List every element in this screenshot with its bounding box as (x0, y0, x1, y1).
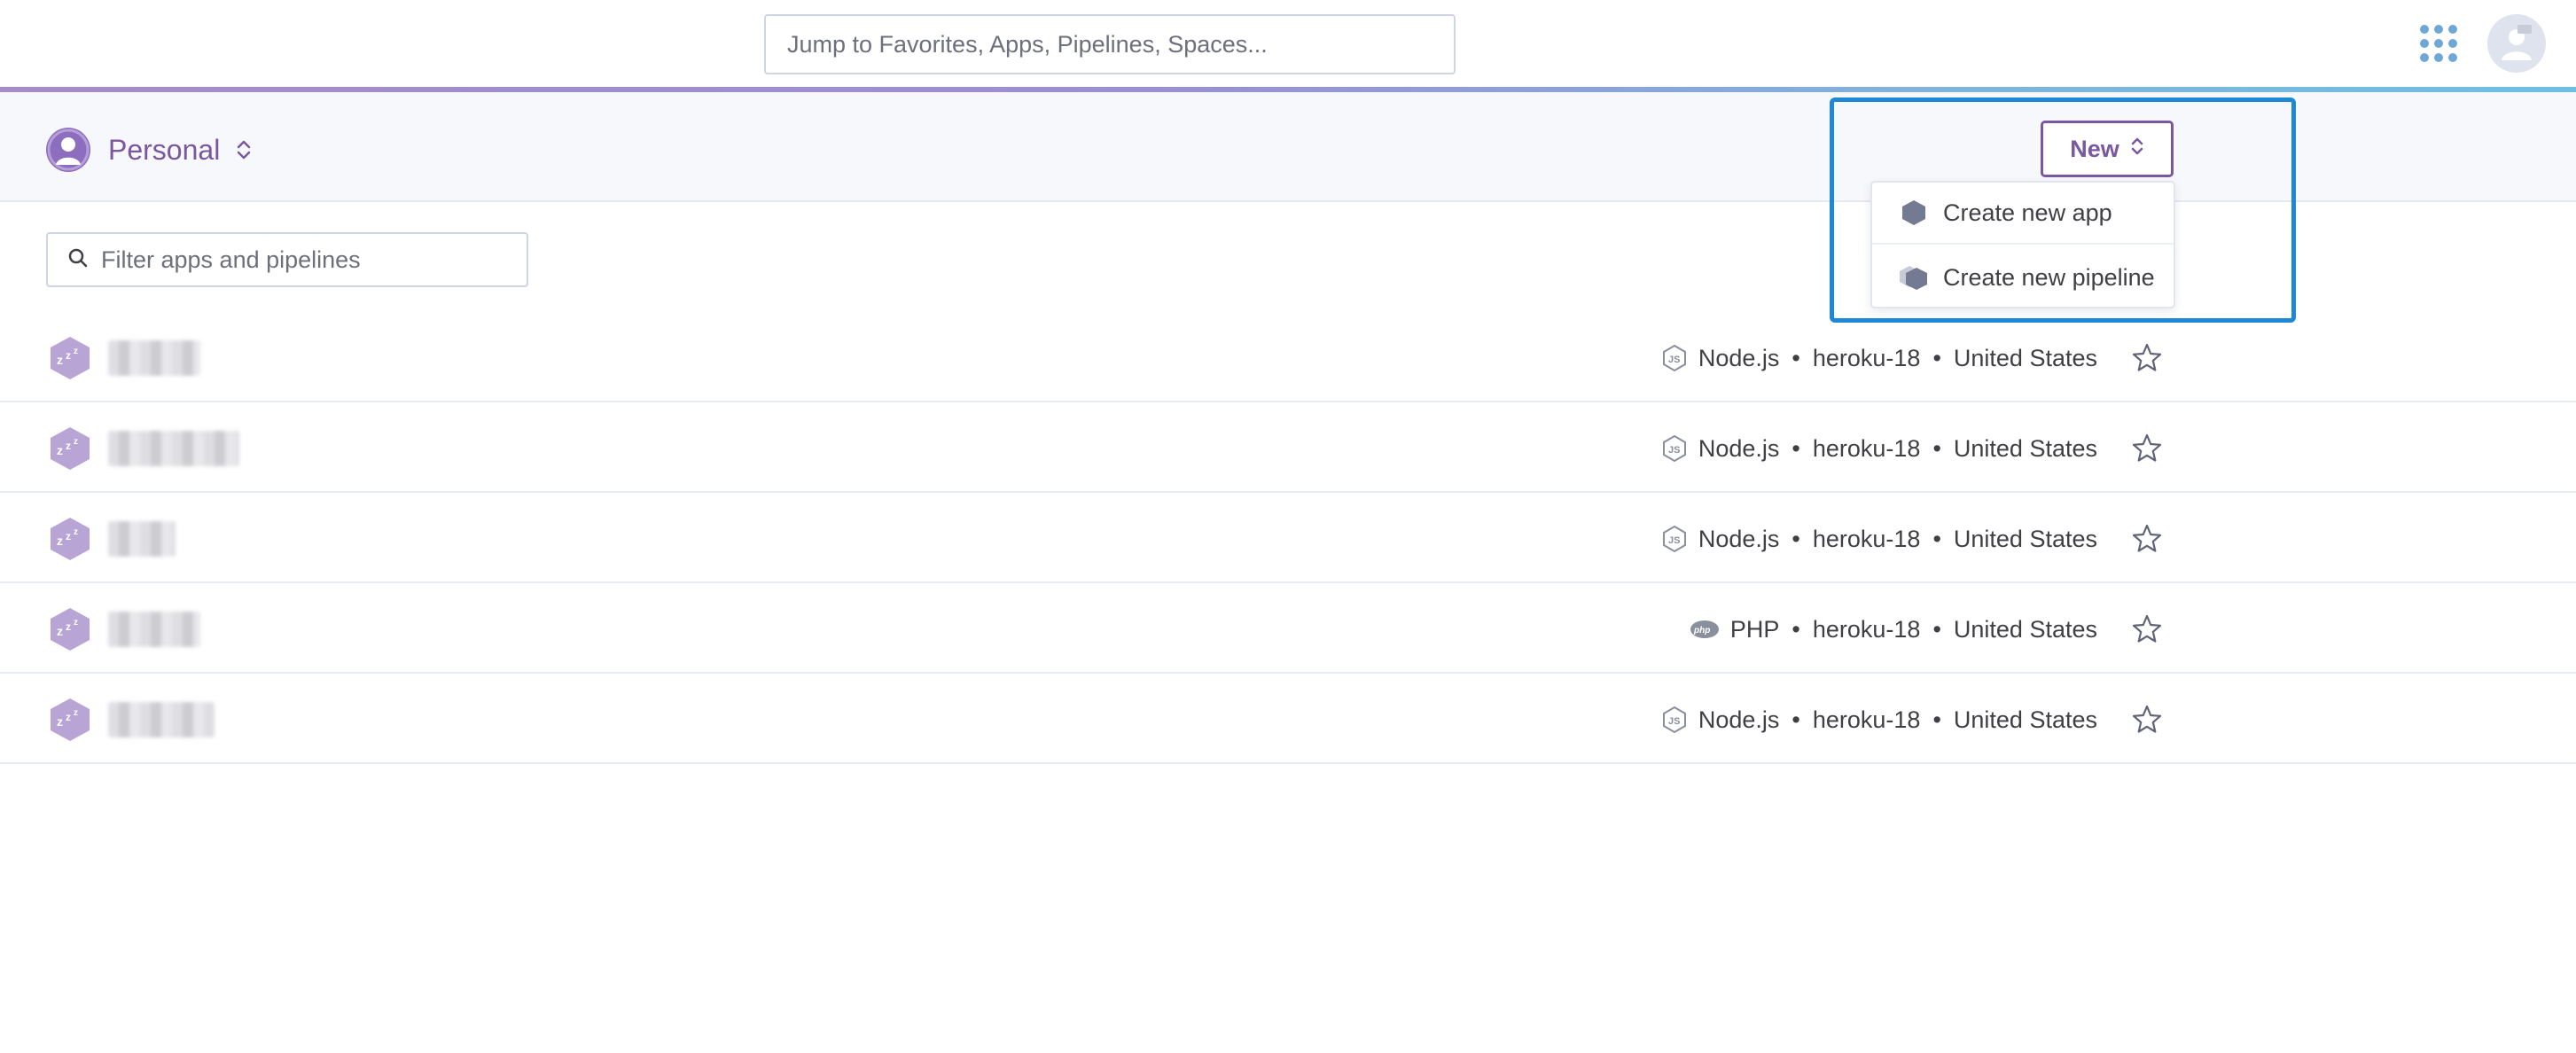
star-icon[interactable] (2131, 613, 2163, 645)
nodejs-icon: JS (1661, 344, 1688, 372)
svg-text:z: z (66, 440, 71, 452)
app-row[interactable]: z z z JS Node.js • heroku-18 • United St… (0, 493, 2576, 583)
chevron-up-down-icon (236, 138, 252, 161)
menu-item-label: Create new app (1943, 199, 2112, 226)
separator: • (1791, 706, 1800, 733)
separator: • (1791, 525, 1800, 552)
app-language: Node.js (1698, 344, 1780, 371)
apps-grid-icon[interactable] (2420, 25, 2457, 62)
svg-text:z: z (57, 534, 63, 548)
sleeping-app-icon: z z z (51, 698, 90, 741)
nodejs-icon: JS (1661, 434, 1688, 463)
svg-text:z: z (66, 530, 71, 542)
svg-text:php: php (1693, 626, 1710, 636)
svg-text:z: z (66, 349, 71, 362)
search-icon (67, 247, 89, 273)
menu-item-create-new-app[interactable]: Create new app (1872, 183, 2174, 245)
separator: • (1932, 434, 1941, 462)
app-row[interactable]: z z z JS Node.js • heroku-18 • United St… (0, 312, 2576, 402)
top-navigation-bar (0, 0, 2576, 92)
jump-search-box[interactable] (764, 14, 1456, 74)
star-icon[interactable] (2131, 342, 2163, 374)
app-hexagon-icon (1899, 198, 1929, 228)
app-name-redacted[interactable] (108, 431, 239, 466)
app-language: Node.js (1698, 706, 1780, 733)
new-dropdown-menu: Create new app Create new pipeline (1870, 181, 2175, 308)
app-row[interactable]: z z z php PHP • heroku-18 • United State… (0, 583, 2576, 674)
svg-text:z: z (66, 711, 71, 723)
app-row[interactable]: z z z JS Node.js • heroku-18 • United St… (0, 402, 2576, 493)
app-row[interactable]: z z z JS Node.js • heroku-18 • United St… (0, 674, 2576, 764)
new-button[interactable]: New (2041, 121, 2174, 177)
app-region: United States (1953, 434, 2097, 462)
php-icon: php (1690, 619, 1720, 640)
svg-text:JS: JS (1668, 355, 1680, 365)
svg-text:JS: JS (1668, 445, 1680, 456)
new-button-label: New (2070, 135, 2119, 162)
app-meta: JS Node.js • heroku-18 • United States (1661, 429, 2097, 468)
svg-text:z: z (57, 443, 63, 457)
user-icon (46, 128, 90, 172)
svg-text:z: z (74, 618, 78, 628)
app-region: United States (1953, 706, 2097, 733)
app-language: Node.js (1698, 434, 1780, 462)
app-name-redacted[interactable] (108, 702, 215, 737)
separator: • (1791, 434, 1800, 462)
svg-text:z: z (57, 353, 63, 367)
separator: • (1791, 344, 1800, 371)
menu-item-label: Create new pipeline (1943, 263, 2155, 291)
app-meta: php PHP • heroku-18 • United States (1690, 610, 2097, 649)
account-switcher[interactable]: Personal (46, 126, 252, 174)
sleeping-app-icon: z z z (51, 427, 90, 470)
app-region: United States (1953, 525, 2097, 552)
app-region: United States (1953, 615, 2097, 643)
svg-text:z: z (57, 624, 63, 638)
app-stack: heroku-18 (1812, 434, 1921, 462)
pipeline-icon (1899, 262, 1929, 292)
app-stack: heroku-18 (1812, 525, 1921, 552)
nodejs-icon: JS (1661, 706, 1688, 734)
app-stack: heroku-18 (1812, 706, 1921, 733)
app-name-redacted[interactable] (108, 521, 176, 557)
sleeping-app-icon: z z z (51, 518, 90, 560)
app-region: United States (1953, 344, 2097, 371)
separator: • (1932, 706, 1941, 733)
chevron-up-down-icon (2130, 136, 2144, 163)
jump-search-input[interactable] (787, 30, 1454, 58)
app-name-redacted[interactable] (108, 612, 200, 647)
sleeping-app-icon: z z z (51, 337, 90, 379)
separator: • (1932, 525, 1941, 552)
user-avatar-icon[interactable] (2487, 14, 2546, 73)
separator: • (1791, 615, 1800, 643)
account-label: Personal (108, 133, 221, 166)
app-stack: heroku-18 (1812, 615, 1921, 643)
svg-text:z: z (66, 620, 71, 633)
star-icon[interactable] (2131, 433, 2163, 464)
svg-text:z: z (74, 527, 78, 537)
app-stack: heroku-18 (1812, 344, 1921, 371)
separator: • (1932, 344, 1941, 371)
filter-box[interactable] (46, 232, 528, 287)
separator: • (1932, 615, 1941, 643)
app-language: PHP (1729, 615, 1780, 643)
sleeping-app-icon: z z z (51, 608, 90, 651)
svg-text:z: z (57, 714, 63, 729)
app-list: z z z JS Node.js • heroku-18 • United St… (0, 312, 2576, 764)
star-icon[interactable] (2131, 523, 2163, 555)
app-meta: JS Node.js • heroku-18 • United States (1661, 700, 2097, 739)
filter-input[interactable] (101, 246, 509, 274)
menu-item-create-new-pipeline[interactable]: Create new pipeline (1872, 246, 2174, 308)
app-meta: JS Node.js • heroku-18 • United States (1661, 519, 2097, 558)
app-name-redacted[interactable] (108, 340, 200, 376)
svg-text:JS: JS (1668, 716, 1680, 727)
star-icon[interactable] (2131, 704, 2163, 736)
svg-text:z: z (74, 347, 78, 356)
app-meta: JS Node.js • heroku-18 • United States (1661, 339, 2097, 378)
svg-text:z: z (74, 437, 78, 447)
nodejs-icon: JS (1661, 525, 1688, 553)
svg-text:JS: JS (1668, 535, 1680, 546)
app-language: Node.js (1698, 525, 1780, 552)
svg-text:z: z (74, 708, 78, 718)
